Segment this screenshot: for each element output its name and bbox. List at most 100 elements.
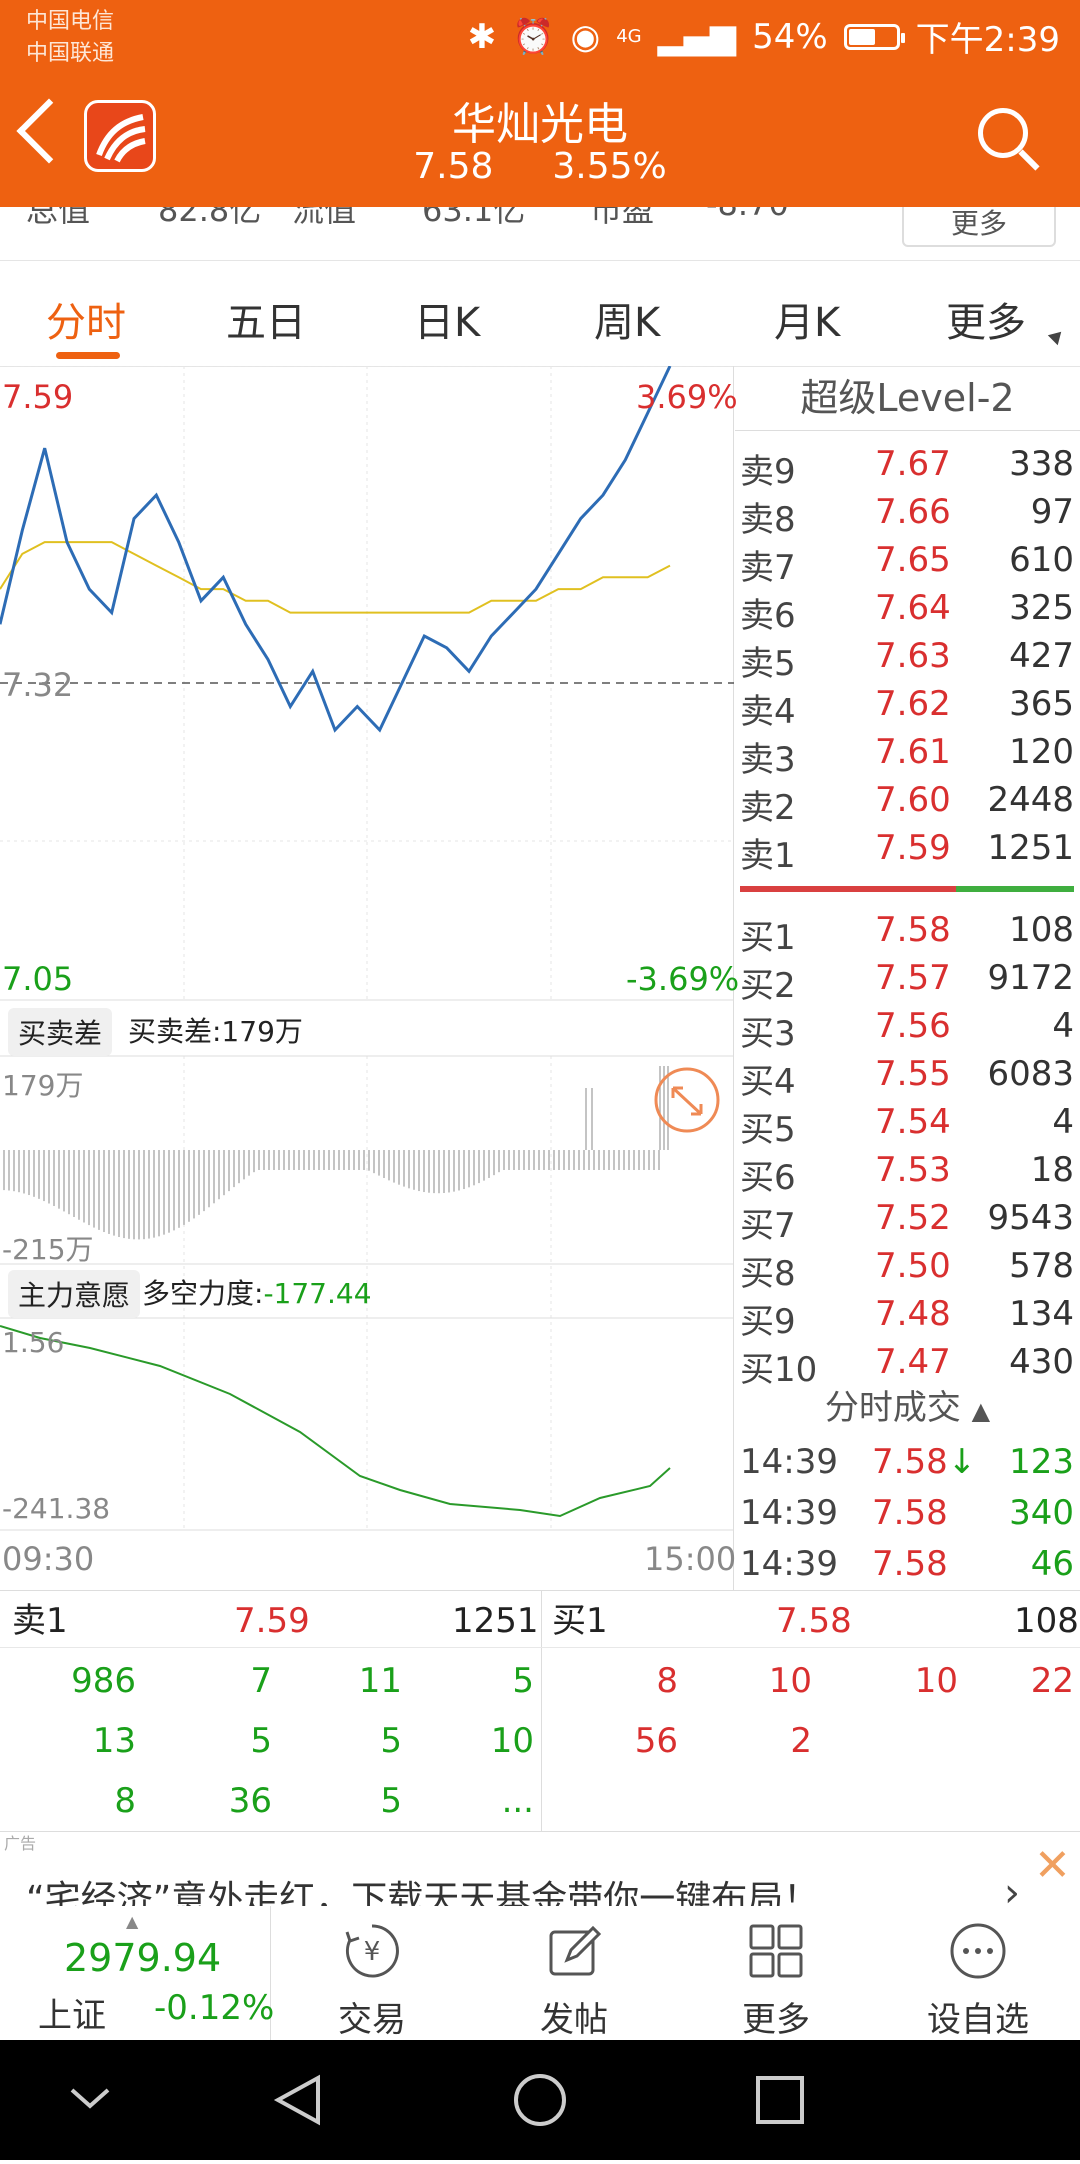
tab-more[interactable]: 更多 [946,290,1026,348]
ask-name: 卖2 [740,788,796,828]
bid-ask-diff-chip[interactable]: 买卖差 [8,1008,113,1056]
search-icon[interactable] [978,108,1028,158]
chevron-right-icon[interactable]: › [1004,1870,1020,1906]
trade-price: 7.58 [872,1493,948,1533]
ask-price: 7.67 [875,444,951,484]
ask-vol: 97 [1030,492,1074,532]
sell-queue-cell: 36 [228,1781,272,1821]
close-icon[interactable]: ✕ [1034,1840,1071,1891]
bid-vol: 9543 [987,1198,1074,1238]
sell-queue-cell: 8 [114,1781,136,1821]
bid-row-1[interactable]: 买2 7.57 9172 [740,958,1074,1006]
ask-row-2[interactable]: 卖7 7.65 610 [740,540,1074,588]
ad-tag: 广告 [4,1834,37,1853]
panel1-max-label: 179万 [2,1069,84,1102]
bid-price: 7.47 [875,1342,951,1382]
ask-price: 7.64 [875,588,951,628]
bluetooth-icon: ✱ [467,16,497,57]
bid-row-3[interactable]: 买4 7.55 6083 [740,1054,1074,1102]
battery-fill [848,28,875,45]
post-button[interactable]: 发帖 [504,1922,644,2041]
svg-text:¥: ¥ [364,1937,381,1967]
ad-banner[interactable]: 广告 “宅经济”意外走红，下载天天基金带你一键布局！ › ✕ [0,1830,1080,1907]
trade-vol: 46 [1030,1544,1074,1584]
carrier-2: 中国联通 [26,41,115,66]
bid-price: 7.52 [875,1198,951,1238]
ad-text[interactable]: “宅经济”意外走红，下载天天基金带你一键布局！ [26,1870,819,1906]
ask-row-3[interactable]: 卖6 7.64 325 [740,588,1074,636]
buy-queue-cell: 22 [1030,1661,1074,1701]
ask-row-8[interactable]: 卖1 7.59 1251 [740,828,1074,876]
panel2-max-label: 1.56 [2,1326,65,1359]
trade-button[interactable]: ¥ 交易 [302,1922,442,2041]
tab-weekly-k[interactable]: 周K [594,290,660,348]
chart-tabs: 分时 五日 日K 周K 月K 更多 [0,262,1080,367]
index-change[interactable]: -0.12% [154,1988,274,2028]
bid-row-0[interactable]: 买1 7.58 108 [740,910,1074,958]
sell-queue-cell: ... [501,1781,534,1821]
time-start-label: 09:30 [2,1540,95,1578]
index-name[interactable]: 上证 [38,1988,106,2037]
home-circle-icon [514,2074,566,2126]
queue-buy-vol: 108 [1014,1601,1079,1641]
bid-name: 买5 [740,1110,796,1150]
bid-price: 7.58 [875,910,951,950]
battery-icon [843,23,905,50]
tab-five-day[interactable]: 五日 [226,290,306,348]
buy-queue-cell: 56 [634,1721,678,1761]
ask-row-5[interactable]: 卖4 7.62 365 [740,684,1074,732]
bid-name: 买9 [740,1302,796,1342]
index-value[interactable]: 2979.94 [64,1936,221,1980]
ask-row-1[interactable]: 卖8 7.66 97 [740,492,1074,540]
nav-icons [70,2074,804,2126]
info-value-float: 63.1亿 [422,207,526,229]
trades-header[interactable]: 分时成交 ▲ [735,1380,1080,1429]
bid-row-2[interactable]: 买3 7.56 4 [740,1006,1074,1054]
tab-intraday[interactable]: 分时 [46,290,126,348]
intraday-chart[interactable] [0,366,734,1590]
bid-row-8[interactable]: 买9 7.48 134 [740,1294,1074,1342]
force-label-prefix: 多空力度: [142,1277,264,1310]
force-value: -177.44 [263,1277,372,1310]
queue-sell-price: 7.59 [234,1601,310,1641]
bid-vol: 430 [1009,1342,1074,1382]
trade-vol: 123 [1009,1442,1074,1482]
bid-row-4[interactable]: 买5 7.54 4 [740,1102,1074,1150]
more-button[interactable]: 更多 [706,1922,846,2041]
stock-info-row: 总值 82.8亿 流值 63.1亿 市盈 -8.70 更多 [0,207,1080,261]
trade-price: 7.58 [872,1544,948,1584]
ask-price: 7.59 [875,828,951,868]
ask-row-6[interactable]: 卖3 7.61 120 [740,732,1074,780]
ask-price: 7.60 [875,780,951,820]
post-label: 发帖 [540,2000,608,2040]
ask-row-7[interactable]: 卖2 7.60 2448 [740,780,1074,828]
carrier-1: 中国电信 [26,9,115,34]
bid-price: 7.54 [875,1102,951,1142]
expand-icon[interactable] [654,1067,720,1133]
caret-up-icon: ▲ [126,1912,139,1931]
bid-row-6[interactable]: 买7 7.52 9543 [740,1198,1074,1246]
ask10-partial [740,430,1074,440]
bid-row-7[interactable]: 买8 7.50 578 [740,1246,1074,1294]
ask-row-0[interactable]: 卖9 7.67 338 [740,444,1074,492]
add-watchlist-button[interactable]: 设自选 [908,1922,1048,2041]
yuan-exchange-icon: ¥ [345,1924,399,1978]
tab-monthly-k[interactable]: 月K [774,290,840,348]
bid-vol: 4 [1052,1102,1074,1142]
ask-name: 卖3 [740,740,796,780]
info-more-button[interactable]: 更多 [902,207,1056,247]
bid-row-5[interactable]: 买6 7.53 18 [740,1150,1074,1198]
buy-queue-cell: 2 [790,1721,812,1761]
ask-name: 卖7 [740,548,796,588]
recents-square-icon [756,2076,804,2124]
info-value-pe: -8.70 [706,207,789,223]
level2-title[interactable]: 超级Level-2 [735,366,1080,431]
ask-name: 卖1 [740,836,796,876]
tab-daily-k[interactable]: 日K [414,290,480,348]
down-arrow-icon: ↓ [947,1442,977,1482]
price-high-label: 7.59 [2,378,74,416]
main-force-chip[interactable]: 主力意愿 [8,1270,141,1318]
sell-queue-cell: 5 [512,1661,534,1701]
buy-queue-cell: 10 [768,1661,812,1701]
ask-row-4[interactable]: 卖5 7.63 427 [740,636,1074,684]
